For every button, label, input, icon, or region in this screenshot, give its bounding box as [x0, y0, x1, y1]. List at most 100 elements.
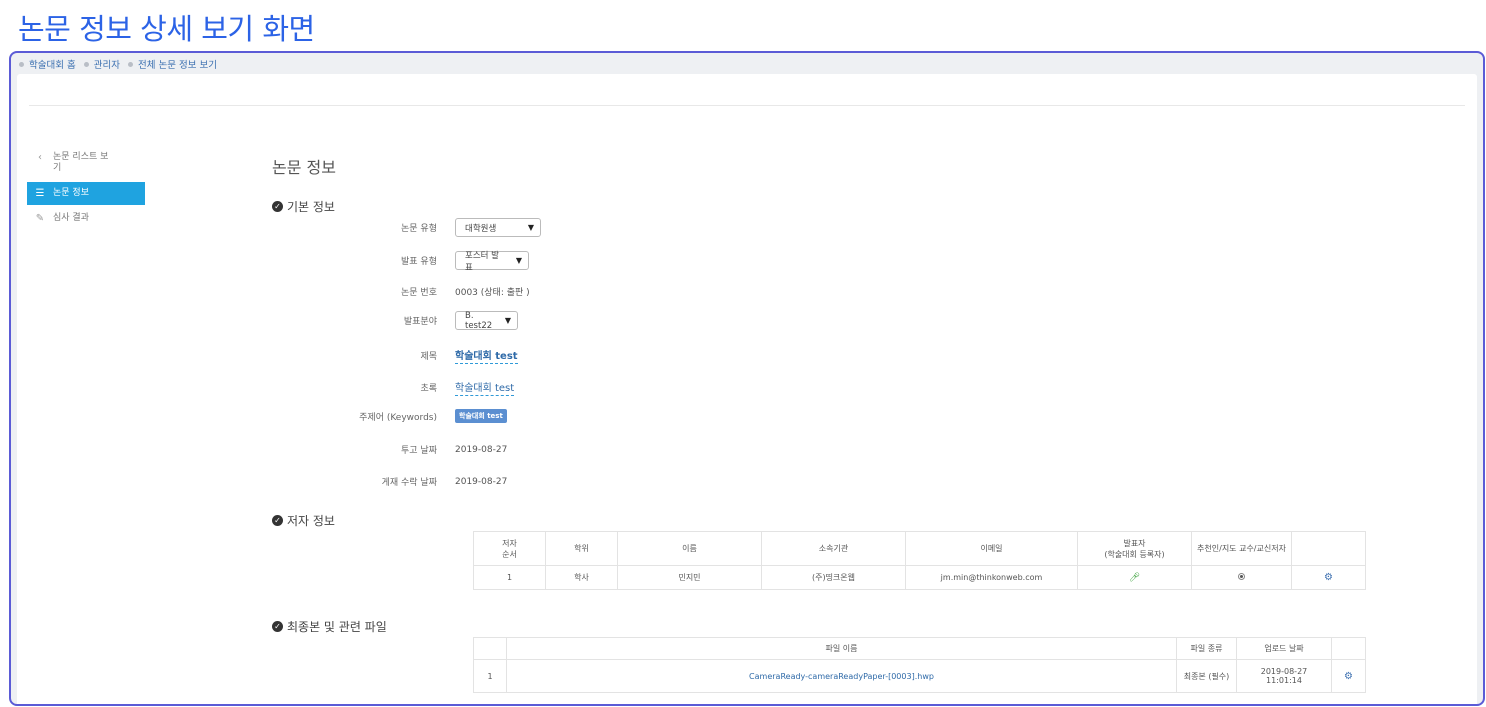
column-header: 파일 이름	[506, 637, 1177, 660]
column-header: 저자 순서	[473, 531, 546, 566]
column-header: 소속기관	[761, 531, 906, 566]
check-circle-icon: ✓	[272, 201, 283, 212]
file-upload-date: 2019-08-27 11:01:14	[1236, 659, 1332, 693]
abstract-editable[interactable]: 학술대회 test	[455, 379, 515, 396]
column-header: 파일 종류	[1176, 637, 1237, 660]
presentation-field-select[interactable]: B. test22 ▼	[455, 310, 518, 331]
field-label: 초록	[420, 384, 437, 394]
page-heading: 논문 정보 상세 보기 화면	[18, 12, 315, 46]
caret-down-icon: ▼	[504, 316, 511, 325]
column-header	[1291, 531, 1366, 566]
author-order: 1	[473, 565, 546, 590]
field-label: 발표 유형	[401, 257, 437, 267]
divider	[29, 105, 1465, 106]
section-basic-info: ✓ 기본 정보	[272, 198, 335, 215]
column-header	[473, 637, 507, 660]
column-header: 추천인/지도 교수/교신저자	[1191, 531, 1292, 566]
table-header-row: 파일 이름 파일 종류 업로드 날짜	[473, 637, 1366, 660]
submit-date-value: 2019-08-27	[455, 444, 508, 455]
breadcrumb-label: 전체 논문 정보 보기	[137, 60, 217, 71]
paper-number-value: 0003 (상태: 출판 )	[455, 288, 530, 298]
file-kind: 최종본 (필수)	[1176, 659, 1237, 693]
file-no: 1	[473, 659, 507, 693]
caret-down-icon: ▼	[527, 223, 534, 232]
field-presentation-type: 발표 유형 포스터 발표 ▼	[277, 250, 529, 273]
content-panel: ‹ 논문 리스트 보기 ☰ 논문 정보 ✎ 심사 결과 논문 정보 ✓ 기본 정…	[17, 74, 1477, 704]
list-icon: ☰	[35, 188, 45, 199]
sidebar: ‹ 논문 리스트 보기 ☰ 논문 정보 ✎ 심사 결과	[27, 148, 145, 228]
gear-icon[interactable]: ⚙	[1344, 671, 1353, 682]
bullet-icon	[83, 61, 89, 67]
breadcrumb-label: 학술대회 홈	[29, 60, 76, 71]
select-value: B. test22	[465, 310, 493, 331]
field-label: 투고 날짜	[401, 446, 437, 456]
select-value: 대학원생	[465, 223, 497, 234]
table-row: 1 CameraReady-cameraReadyPaper-[0003].hw…	[473, 659, 1366, 693]
microphone-icon: 🎤︎	[1128, 572, 1141, 583]
settings-cell: ⚙	[1291, 565, 1366, 590]
field-abstract: 초록 학술대회 test	[277, 379, 515, 396]
file-name-cell: CameraReady-cameraReadyPaper-[0003].hwp	[506, 659, 1177, 693]
select-value: 포스터 발표	[465, 250, 499, 273]
table-header-row: 저자 순서 학위 이름 소속기관 이메일 발표자 (학술대회 등록자) 추천인/지…	[473, 531, 1366, 566]
edit-icon: ✎	[35, 213, 45, 224]
column-header: 업로드 날짜	[1236, 637, 1332, 660]
field-label: 발표분야	[403, 317, 437, 327]
app-window: 학술대회 홈 관리자 전체 논문 정보 보기 ‹ 논문 리스트 보기 ☰ 논문 …	[9, 51, 1485, 706]
sidebar-item-label: 심사 결과	[53, 213, 89, 223]
breadcrumb: 학술대회 홈 관리자 전체 논문 정보 보기	[19, 57, 225, 71]
breadcrumb-home[interactable]: 학술대회 홈	[19, 57, 76, 71]
field-label: 논문 번호	[401, 288, 437, 298]
section-final-files: ✓ 최종본 및 관련 파일	[272, 618, 387, 635]
field-presentation-field: 발표분야 B. test22 ▼	[277, 310, 518, 331]
column-header: 학위	[545, 531, 618, 566]
column-header: 이름	[617, 531, 762, 566]
keyword-tag: 학술대회 test	[455, 409, 507, 423]
bullet-icon	[127, 61, 133, 67]
chevron-left-icon: ‹	[38, 152, 42, 163]
author-email: jm.min@thinkonweb.com	[905, 565, 1078, 590]
upload-time: 11:01:14	[1266, 676, 1302, 685]
upload-date: 2019-08-27	[1260, 667, 1308, 676]
sidebar-item-paper-info[interactable]: ☰ 논문 정보	[27, 182, 145, 205]
breadcrumb-label: 관리자	[93, 60, 120, 71]
column-header	[1331, 637, 1366, 660]
presentation-type-select[interactable]: 포스터 발표 ▼	[455, 250, 529, 273]
field-label: 게재 수락 날짜	[381, 478, 437, 488]
paper-type-select[interactable]: 대학원생 ▼	[455, 218, 541, 237]
check-circle-icon: ✓	[272, 515, 283, 526]
sidebar-item-back[interactable]: ‹ 논문 리스트 보기	[27, 148, 145, 178]
section-title: 최종본 및 관련 파일	[287, 620, 387, 634]
table-row: 1 학사 민지민 (주)띵크온웹 jm.min@thinkonweb.com 🎤…	[473, 565, 1366, 590]
field-label: 논문 유형	[401, 224, 437, 234]
accept-date-value: 2019-08-27	[455, 476, 508, 487]
breadcrumb-admin[interactable]: 관리자	[83, 57, 120, 71]
sidebar-item-review-result[interactable]: ✎ 심사 결과	[27, 209, 145, 228]
field-label: 주제어 (Keywords)	[359, 412, 437, 423]
section-author-info: ✓ 저자 정보	[272, 512, 335, 529]
column-header: 이메일	[905, 531, 1078, 566]
corresponding-cell	[1191, 565, 1292, 590]
section-title: 기본 정보	[287, 200, 335, 214]
field-submit-date: 투고 날짜 2019-08-27	[277, 443, 508, 457]
gear-icon[interactable]: ⚙	[1324, 572, 1333, 583]
title-editable[interactable]: 학술대회 test	[455, 347, 518, 364]
author-table: 저자 순서 학위 이름 소속기관 이메일 발표자 (학술대회 등록자) 추천인/지…	[473, 531, 1366, 590]
sidebar-item-label: 논문 정보	[53, 188, 89, 198]
author-name: 민지민	[617, 565, 762, 590]
bullet-icon	[19, 61, 24, 67]
section-title: 저자 정보	[287, 514, 335, 528]
field-label: 제목	[420, 352, 437, 362]
author-org: (주)띵크온웹	[761, 565, 906, 590]
field-paper-type: 논문 유형 대학원생 ▼	[277, 218, 541, 237]
presenter-cell: 🎤︎	[1077, 565, 1192, 590]
file-download-link[interactable]: CameraReady-cameraReadyPaper-[0003].hwp	[749, 672, 934, 681]
field-keywords: 주제어 (Keywords) 학술대회 test	[277, 409, 507, 423]
main-title: 논문 정보	[272, 158, 336, 177]
breadcrumb-current[interactable]: 전체 논문 정보 보기	[127, 57, 217, 71]
file-table: 파일 이름 파일 종류 업로드 날짜 1 CameraReady-cameraR…	[473, 637, 1366, 693]
radio-selected-icon[interactable]	[1238, 573, 1245, 580]
column-header: 발표자 (학술대회 등록자)	[1077, 531, 1192, 566]
field-accept-date: 게재 수락 날짜 2019-08-27	[277, 475, 508, 489]
settings-cell: ⚙	[1331, 659, 1366, 693]
